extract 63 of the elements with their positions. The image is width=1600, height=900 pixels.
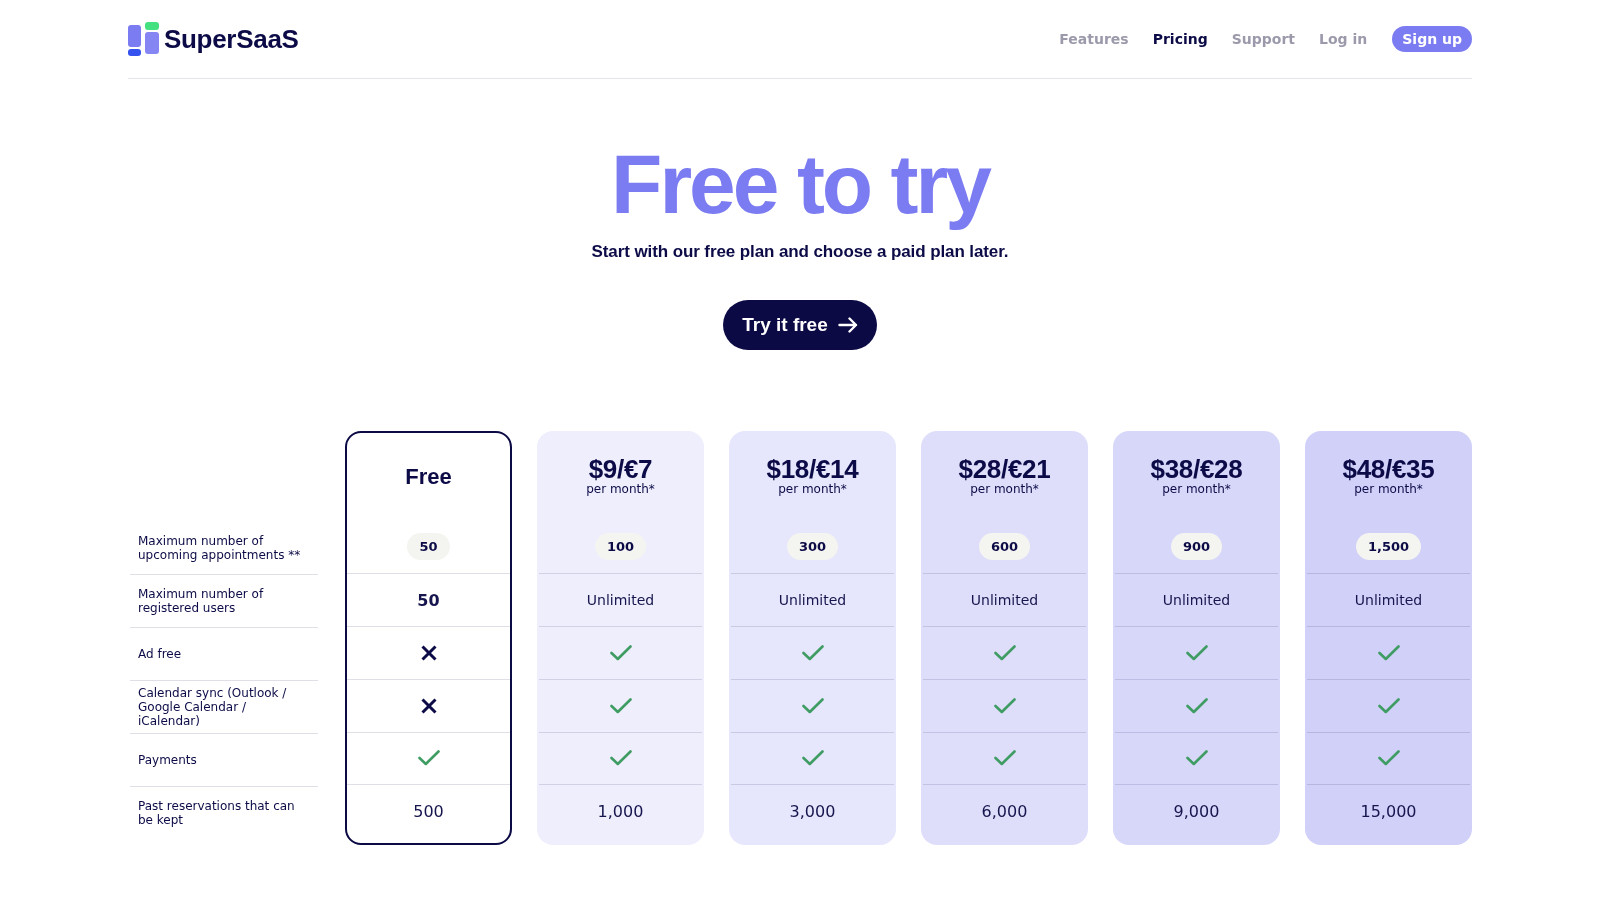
- billing-period: per month*: [778, 482, 847, 498]
- count-badge: 100: [594, 533, 647, 561]
- check-icon: [1377, 697, 1400, 714]
- check-icon: [1185, 697, 1208, 714]
- billing-period: per month*: [970, 482, 1039, 498]
- check-icon: [1185, 644, 1208, 661]
- count-badge: 1,500: [1355, 533, 1422, 561]
- cross-icon: [420, 697, 437, 714]
- count-badge: 600: [978, 533, 1031, 561]
- hero-subtitle: Start with our free plan and choose a paid plan later.: [591, 241, 1009, 263]
- feature-label: Past reservations that can be kept: [138, 799, 296, 827]
- nav-link[interactable]: Log in: [1319, 31, 1368, 47]
- feature-value: 50: [417, 590, 440, 610]
- billing-period: per month*: [1354, 482, 1423, 498]
- nav-link[interactable]: Support: [1231, 31, 1296, 47]
- check-icon: [801, 750, 824, 767]
- check-icon: [993, 697, 1016, 714]
- check-icon: [417, 750, 440, 767]
- nav-link[interactable]: Features: [1059, 31, 1129, 47]
- feature-value: 1,000: [597, 801, 644, 821]
- count-badge: 900: [1170, 533, 1223, 561]
- plan-price: $28/€21: [958, 456, 1051, 483]
- feature-value: 3,000: [789, 801, 836, 821]
- plan-name: Free: [405, 463, 452, 490]
- check-icon: [993, 644, 1016, 661]
- feature-value: 6,000: [981, 801, 1028, 821]
- feature-value: Unlimited: [1162, 592, 1231, 609]
- check-icon: [1377, 750, 1400, 767]
- billing-period: per month*: [586, 482, 655, 498]
- plan-price: $9/€7: [588, 456, 653, 483]
- check-icon: [993, 750, 1016, 767]
- feature-value: Unlimited: [1354, 592, 1423, 609]
- check-icon: [1377, 644, 1400, 661]
- plan-price: $18/€14: [766, 456, 859, 483]
- check-icon: [801, 697, 824, 714]
- feature-label: Payments: [138, 753, 197, 767]
- check-icon: [609, 644, 632, 661]
- feature-value: 9,000: [1173, 801, 1220, 821]
- feature-value: 500: [413, 801, 444, 821]
- feature-value: Unlimited: [970, 592, 1039, 609]
- cross-icon: [420, 644, 437, 661]
- count-badge: 50: [407, 533, 450, 561]
- feature-label: Calendar sync (Outlook / Google Calendar / iCalendar): [138, 686, 288, 728]
- feature-value: 15,000: [1360, 801, 1417, 821]
- nav-link[interactable]: Pricing: [1152, 31, 1208, 47]
- feature-label: Ad free: [138, 647, 182, 661]
- brand-name: SuperSaaS: [164, 23, 299, 55]
- check-icon: [801, 644, 824, 661]
- feature-label: Maximum number of registered users: [138, 587, 265, 615]
- count-badge: 300: [786, 533, 839, 561]
- feature-value: Unlimited: [586, 592, 655, 609]
- plan-price: $38/€28: [1150, 456, 1243, 483]
- check-icon: [609, 697, 632, 714]
- feature-label: Maximum number of upcoming appointments **: [138, 533, 302, 562]
- logo-icon: [128, 22, 159, 56]
- plan-price: $48/€35: [1342, 456, 1435, 483]
- check-icon: [609, 750, 632, 767]
- check-icon: [1185, 750, 1208, 767]
- billing-period: per month*: [1162, 482, 1231, 498]
- sign-up-button[interactable]: Sign up: [1392, 26, 1472, 52]
- try-free-button[interactable]: Try it free: [723, 300, 877, 350]
- arrow-right-icon: [837, 317, 858, 333]
- feature-value: Unlimited: [778, 592, 847, 609]
